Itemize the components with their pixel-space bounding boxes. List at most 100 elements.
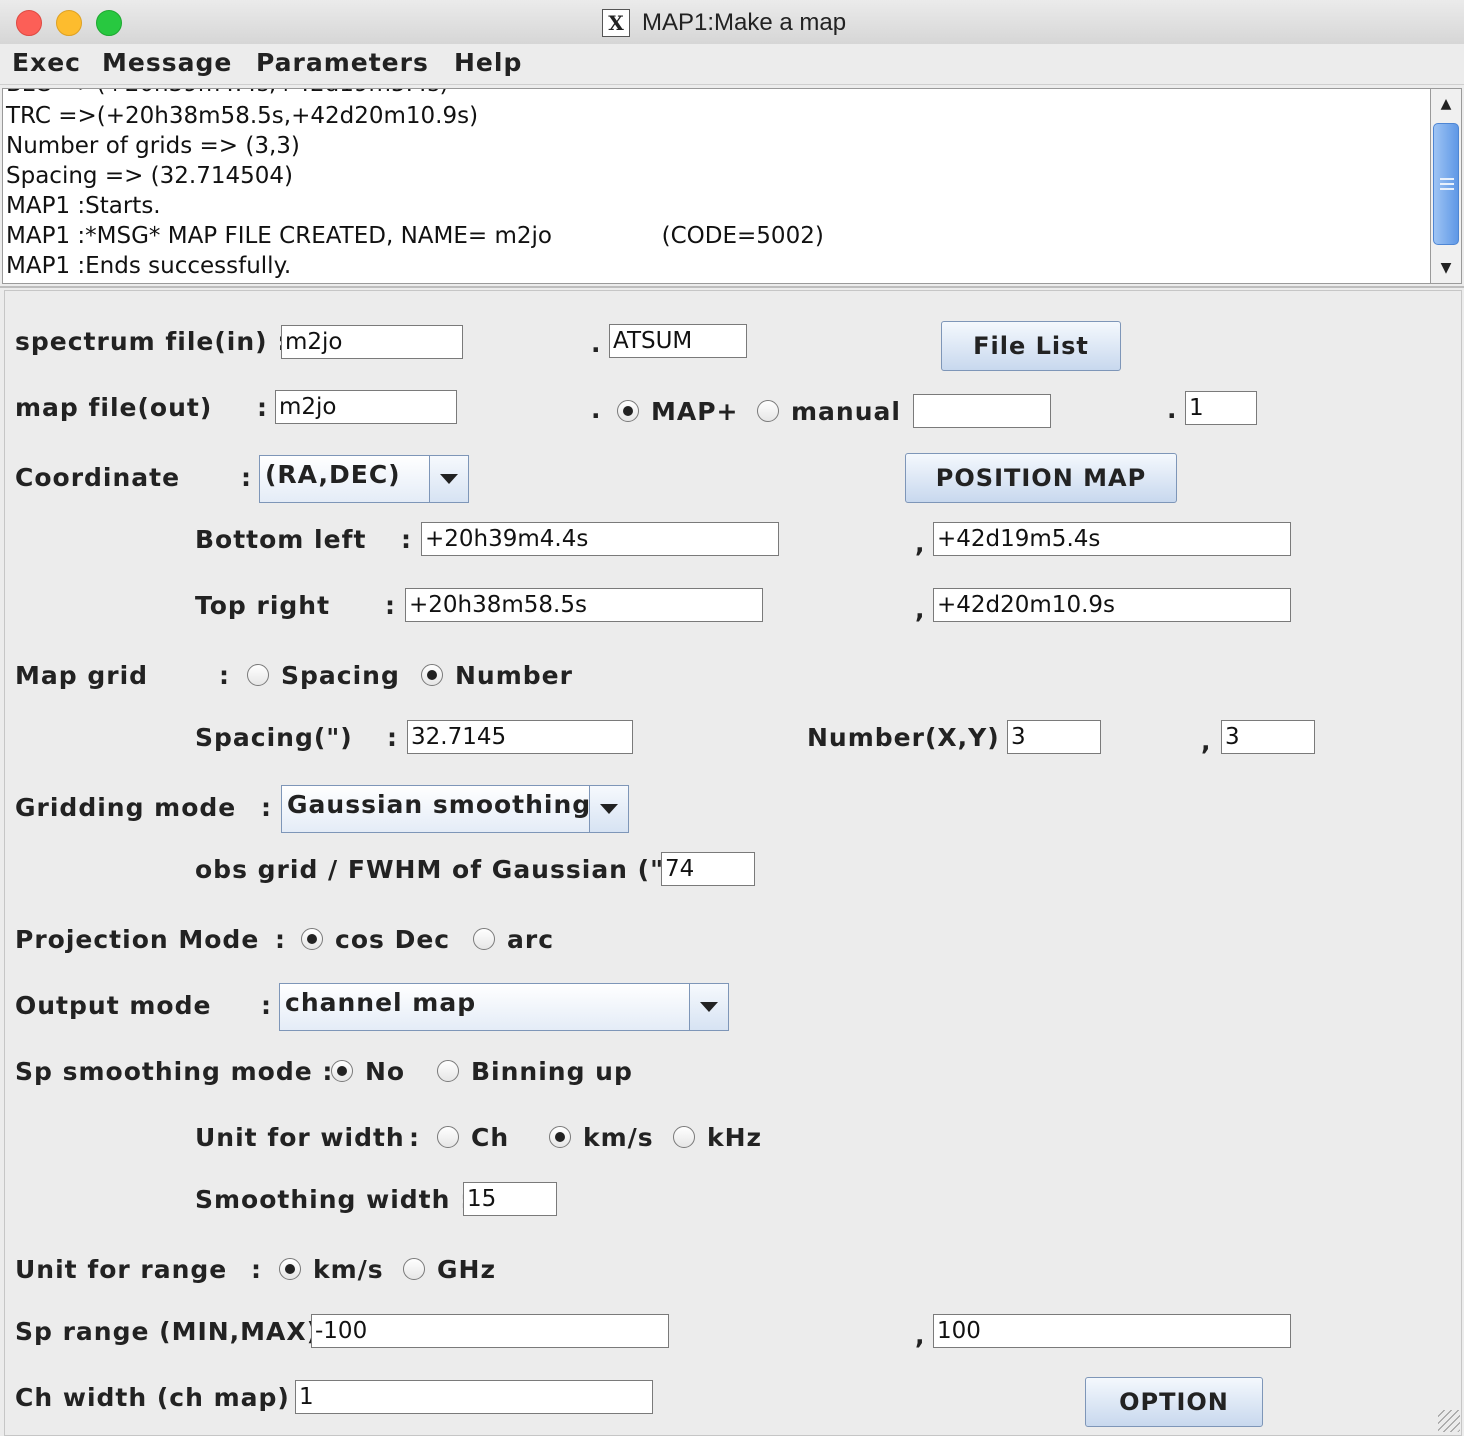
- close-window-button[interactable]: [16, 10, 42, 36]
- file-list-button[interactable]: File List: [941, 321, 1121, 371]
- menu-help[interactable]: Help: [454, 48, 522, 77]
- fwhm-input[interactable]: 74: [661, 852, 755, 886]
- spacing-label: Spacing("): [195, 723, 353, 752]
- cos-dec-label: cos Dec: [335, 925, 451, 954]
- output-mode-label: Output mode: [15, 991, 212, 1020]
- sp-range-label: Sp range (MIN,MAX):: [15, 1317, 331, 1346]
- map-file-input[interactable]: m2jo: [275, 390, 457, 424]
- resize-grip-icon[interactable]: [1438, 1410, 1460, 1432]
- grid-number-label: Number: [455, 661, 573, 690]
- spectrum-file-label: spectrum file(in) :: [15, 327, 289, 356]
- colon: :: [409, 1123, 420, 1152]
- bottom-left-y-input[interactable]: +42d19m5.4s: [933, 522, 1291, 556]
- coordinate-select[interactable]: (RA,DEC): [259, 455, 469, 503]
- width-khz-label: kHz: [707, 1123, 763, 1152]
- log-line: Number of grids => (3,3): [6, 133, 300, 159]
- range-ghz-radio[interactable]: [403, 1258, 425, 1280]
- coordinate-label: Coordinate: [15, 463, 181, 492]
- grid-spacing-radio[interactable]: [247, 664, 269, 686]
- chevron-down-icon: [589, 786, 628, 832]
- manual-name-input[interactable]: [913, 394, 1051, 428]
- menu-exec[interactable]: Exec: [12, 48, 81, 77]
- width-ch-radio[interactable]: [437, 1126, 459, 1148]
- log-line: MAP1 :Ends successfully.: [6, 253, 292, 279]
- dot-separator: .: [591, 395, 602, 424]
- split-divider[interactable]: [0, 286, 1464, 288]
- map-plus-label: MAP+: [651, 397, 739, 426]
- log-scrollbar[interactable]: ▲ ▼: [1430, 88, 1462, 284]
- menu-bar: Exec Message Parameters Help: [0, 44, 1464, 85]
- bottom-left-label: Bottom left: [195, 525, 367, 554]
- colon: :: [261, 991, 272, 1020]
- menu-parameters[interactable]: Parameters: [256, 48, 429, 77]
- option-button[interactable]: OPTION: [1085, 1377, 1263, 1427]
- position-map-button[interactable]: POSITION MAP: [905, 453, 1177, 503]
- top-right-x-input[interactable]: +20h38m58.5s: [405, 588, 763, 622]
- spectrum-ext-input[interactable]: ATSUM: [609, 324, 747, 358]
- unit-for-range-label: Unit for range: [15, 1255, 228, 1284]
- dot-separator: .: [1167, 395, 1178, 424]
- spacing-input[interactable]: 32.7145: [407, 720, 633, 754]
- map-grid-label: Map grid: [15, 661, 149, 690]
- minimize-window-button[interactable]: [56, 10, 82, 36]
- sp-range-max-input[interactable]: 100: [933, 1314, 1291, 1348]
- log-line: MAP1 :Starts.: [6, 193, 161, 219]
- log-line: MAP1 :*MSG* MAP FILE CREATED, NAME= m2jo…: [6, 223, 824, 249]
- ch-width-input[interactable]: 1: [295, 1380, 653, 1414]
- chevron-down-icon: [689, 984, 728, 1030]
- smoothing-no-radio[interactable]: [331, 1060, 353, 1082]
- binning-up-radio[interactable]: [437, 1060, 459, 1082]
- gridding-mode-label: Gridding mode: [15, 793, 237, 822]
- bottom-left-x-input[interactable]: +20h39m4.4s: [421, 522, 779, 556]
- arc-radio[interactable]: [473, 928, 495, 950]
- width-kms-radio[interactable]: [549, 1126, 571, 1148]
- top-right-y-input[interactable]: +42d20m10.9s: [933, 588, 1291, 622]
- map-plus-radio[interactable]: [617, 400, 639, 422]
- width-kms-label: km/s: [583, 1123, 654, 1152]
- colon: :: [219, 661, 230, 690]
- log-output[interactable]: BLC =>(+20h39m4.4s,+42d19m5.4s) TRC =>(+…: [2, 88, 1432, 284]
- spectrum-file-input[interactable]: m2jo: [281, 325, 463, 359]
- sp-range-min-input[interactable]: -100: [311, 1314, 669, 1348]
- colon: :: [385, 591, 396, 620]
- gridding-mode-select[interactable]: Gaussian smoothing: [281, 785, 629, 833]
- arc-label: arc: [507, 925, 555, 954]
- width-khz-radio[interactable]: [673, 1126, 695, 1148]
- version-input[interactable]: 1: [1185, 391, 1257, 425]
- ch-width-label: Ch width (ch map) :: [15, 1383, 311, 1412]
- map-file-label: map file(out): [15, 393, 213, 422]
- scroll-up-arrow-icon[interactable]: ▲: [1431, 89, 1461, 119]
- projection-mode-label: Projection Mode: [15, 925, 260, 954]
- comma: ,: [915, 595, 926, 624]
- number-y-input[interactable]: 3: [1221, 720, 1315, 754]
- colon: :: [261, 793, 272, 822]
- output-mode-select[interactable]: channel map: [279, 983, 729, 1031]
- binning-up-label: Binning up: [471, 1057, 633, 1086]
- sp-smoothing-mode-label: Sp smoothing mode :: [15, 1057, 334, 1086]
- number-x-input[interactable]: 3: [1007, 720, 1101, 754]
- dot-separator: .: [591, 329, 602, 358]
- colon: :: [241, 463, 252, 492]
- log-line: TRC =>(+20h38m58.5s,+42d20m10.9s): [6, 103, 479, 129]
- colon: :: [257, 393, 268, 422]
- smoothing-width-input[interactable]: 15: [463, 1182, 557, 1216]
- log-line: Spacing => (32.714504): [6, 163, 293, 189]
- smoothing-no-label: No: [365, 1057, 406, 1086]
- grid-number-radio[interactable]: [421, 664, 443, 686]
- manual-radio[interactable]: [757, 400, 779, 422]
- range-kms-radio[interactable]: [279, 1258, 301, 1280]
- x11-icon: X: [602, 9, 630, 37]
- cos-dec-radio[interactable]: [301, 928, 323, 950]
- range-kms-label: km/s: [313, 1255, 384, 1284]
- scroll-thumb[interactable]: [1433, 123, 1459, 245]
- scroll-down-arrow-icon[interactable]: ▼: [1431, 253, 1461, 283]
- unit-for-width-label: Unit for width: [195, 1123, 405, 1152]
- zoom-window-button[interactable]: [96, 10, 122, 36]
- top-right-label: Top right: [195, 591, 331, 620]
- comma: ,: [915, 1321, 926, 1350]
- manual-label: manual: [791, 397, 901, 426]
- comma: ,: [915, 529, 926, 558]
- range-ghz-label: GHz: [437, 1255, 496, 1284]
- width-ch-label: Ch: [471, 1123, 510, 1152]
- menu-message[interactable]: Message: [102, 48, 232, 77]
